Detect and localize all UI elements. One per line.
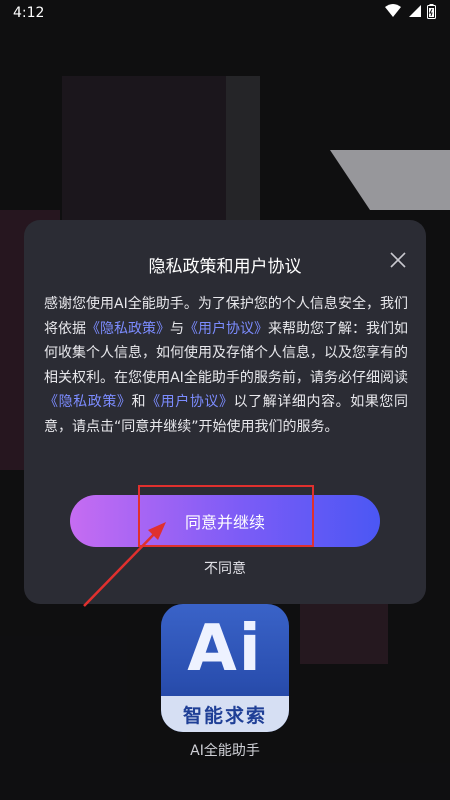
app-icon[interactable]: Ai 智能求索 bbox=[161, 604, 289, 732]
dialog-body: 感谢您使用AI全能助手。为了保护您的个人信息安全，我们将依据《隐私政策》与《用户… bbox=[44, 292, 408, 439]
privacy-policy-link[interactable]: 《隐私政策》 bbox=[86, 321, 170, 337]
app-icon-band: 智能求索 bbox=[161, 696, 289, 732]
status-bar: 4:12 bbox=[0, 0, 450, 26]
close-icon bbox=[390, 252, 406, 268]
highlight-box bbox=[138, 485, 314, 547]
app-label[interactable]: AI全能助手 bbox=[161, 740, 289, 760]
battery-icon bbox=[427, 3, 436, 23]
dialog-title: 隐私政策和用户协议 bbox=[148, 257, 302, 277]
app-icon-ai-text: Ai bbox=[187, 612, 263, 686]
user-agreement-link-2[interactable]: 《用户协议》 bbox=[146, 394, 234, 410]
user-agreement-link[interactable]: 《用户协议》 bbox=[184, 321, 268, 337]
body-and-2: 和 bbox=[131, 394, 147, 410]
wifi-icon bbox=[385, 4, 401, 22]
close-button[interactable] bbox=[386, 248, 410, 272]
disagree-button[interactable]: 不同意 bbox=[24, 558, 426, 578]
signal-icon bbox=[407, 4, 421, 22]
privacy-policy-link-2[interactable]: 《隐私政策》 bbox=[44, 394, 132, 410]
body-and-1: 与 bbox=[170, 320, 184, 337]
status-time: 4:12 bbox=[13, 5, 45, 21]
